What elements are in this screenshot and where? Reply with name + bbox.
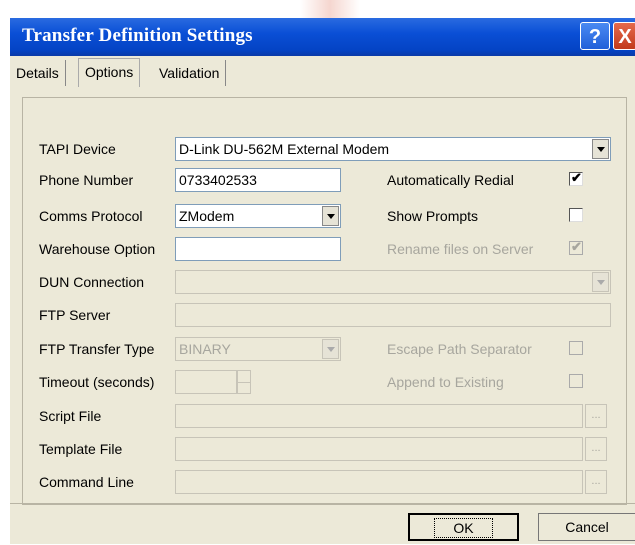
escape-path-label: Escape Path Separator <box>387 341 532 357</box>
checkmark-icon: ✔ <box>571 170 582 185</box>
cancel-button[interactable]: Cancel <box>538 513 635 541</box>
script-file-label: Script File <box>39 408 102 424</box>
rename-files-checkbox[interactable]: ✔ <box>569 239 583 255</box>
append-existing-label: Append to Existing <box>387 374 504 390</box>
template-file-input[interactable] <box>175 437 583 461</box>
dun-connection-select[interactable] <box>175 270 611 294</box>
command-line-label: Command Line <box>39 474 134 490</box>
command-line-input[interactable] <box>175 470 583 494</box>
tapi-device-select[interactable]: D-Link DU-562M External Modem <box>175 137 611 161</box>
stepper-down-icon[interactable] <box>238 382 250 393</box>
ftp-server-input[interactable] <box>175 303 611 327</box>
comms-protocol-select[interactable]: ZModem <box>175 204 341 228</box>
warehouse-option-label: Warehouse Option <box>39 241 156 257</box>
auto-redial-label: Automatically Redial <box>387 172 514 188</box>
script-file-input[interactable] <box>175 404 583 428</box>
tab-options[interactable]: Options <box>78 58 141 87</box>
tab-details[interactable]: Details <box>10 60 66 86</box>
close-button[interactable]: X <box>613 22 635 50</box>
tapi-device-value: D-Link DU-562M External Modem <box>179 141 390 157</box>
escape-path-checkbox[interactable] <box>569 341 583 355</box>
ftp-transfer-type-label: FTP Transfer Type <box>39 341 155 357</box>
tapi-device-label: TAPI Device <box>39 141 116 157</box>
chevron-down-icon[interactable] <box>322 339 339 359</box>
dialog-window: Transfer Definition Settings ? X Details… <box>10 18 635 544</box>
comms-protocol-value: ZModem <box>179 208 235 224</box>
show-prompts-label: Show Prompts <box>387 208 479 224</box>
ok-button-label: OK <box>434 518 493 538</box>
timeout-stepper[interactable] <box>237 370 251 394</box>
command-line-browse-button[interactable]: ... <box>585 470 607 494</box>
show-prompts-checkbox[interactable] <box>569 208 583 222</box>
options-panel: TAPI Device D-Link DU-562M External Mode… <box>22 97 627 505</box>
ok-button[interactable]: OK <box>408 513 519 541</box>
tab-validation[interactable]: Validation <box>153 60 227 86</box>
dialog-footer: OK Cancel <box>10 503 635 545</box>
title-bar[interactable]: Transfer Definition Settings ? X <box>10 18 635 56</box>
timeout-input[interactable] <box>175 370 237 394</box>
warehouse-option-input[interactable] <box>175 237 341 261</box>
ftp-transfer-type-select[interactable]: BINARY <box>175 337 341 361</box>
chevron-down-icon[interactable] <box>592 272 609 292</box>
template-file-browse-button[interactable]: ... <box>585 437 607 461</box>
chevron-down-icon[interactable] <box>322 206 339 226</box>
checkmark-icon: ✔ <box>571 239 582 254</box>
ftp-transfer-type-value: BINARY <box>179 341 231 357</box>
rename-files-label: Rename files on Server <box>387 241 534 257</box>
ftp-server-label: FTP Server <box>39 307 111 323</box>
phone-number-label: Phone Number <box>39 172 134 188</box>
auto-redial-checkbox[interactable]: ✔ <box>569 170 583 186</box>
timeout-label: Timeout (seconds) <box>39 374 155 390</box>
help-button[interactable]: ? <box>580 22 610 50</box>
append-existing-checkbox[interactable] <box>569 374 583 388</box>
comms-protocol-label: Comms Protocol <box>39 208 143 224</box>
window-title: Transfer Definition Settings <box>22 25 253 46</box>
chevron-down-icon[interactable] <box>592 139 609 159</box>
script-file-browse-button[interactable]: ... <box>585 404 607 428</box>
tab-strip: Details Options Validation <box>10 56 635 88</box>
dun-connection-label: DUN Connection <box>39 274 145 290</box>
phone-number-input[interactable]: 0733402533 <box>175 168 341 192</box>
template-file-label: Template File <box>39 441 123 457</box>
